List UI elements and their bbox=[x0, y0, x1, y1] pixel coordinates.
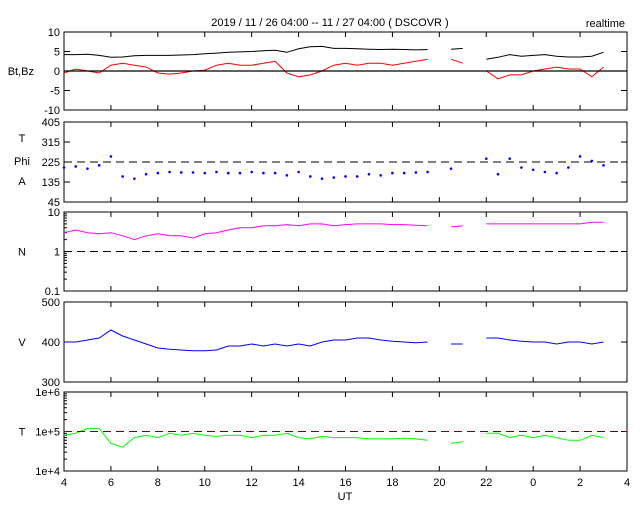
data-point-phi bbox=[179, 171, 183, 174]
data-point-phi bbox=[309, 175, 312, 178]
y-tick-label: 500 bbox=[42, 297, 60, 309]
panel-speed: 500400300V bbox=[18, 297, 628, 389]
data-point-phi bbox=[602, 164, 605, 167]
data-point-phi bbox=[297, 170, 300, 174]
data-point-phi bbox=[531, 168, 535, 172]
data-point-phi bbox=[543, 170, 547, 174]
x-axis-label: UT bbox=[338, 491, 353, 503]
data-point-phi bbox=[74, 165, 78, 168]
data-point-phi bbox=[191, 171, 195, 174]
y-tick-label: 1 bbox=[54, 247, 60, 259]
y-tick-label: 315 bbox=[42, 137, 60, 149]
data-point-phi bbox=[97, 164, 101, 167]
data-point-phi bbox=[168, 170, 171, 174]
y-tick-label: 400 bbox=[42, 337, 60, 349]
data-point-phi bbox=[226, 171, 230, 175]
x-tick-label: 22 bbox=[480, 477, 492, 489]
data-point-phi bbox=[484, 157, 488, 160]
series-v bbox=[64, 329, 604, 352]
data-point-phi bbox=[109, 155, 113, 158]
panel-density: 1010.1N bbox=[18, 207, 628, 298]
data-point-phi bbox=[215, 170, 218, 174]
x-tick-label: 18 bbox=[386, 477, 398, 489]
y-tick-label: 10 bbox=[48, 207, 60, 219]
y-axis-label: Phi bbox=[14, 156, 30, 168]
y-tick-label: -5 bbox=[50, 86, 60, 98]
data-point-phi bbox=[391, 171, 394, 175]
series-n bbox=[63, 221, 604, 241]
x-tick-label: 16 bbox=[339, 477, 351, 489]
data-point-phi bbox=[367, 172, 371, 176]
data-point-phi bbox=[426, 170, 429, 174]
y-axis-label: Bt,Bz bbox=[8, 66, 34, 78]
data-point-phi bbox=[508, 157, 512, 160]
series-bt bbox=[64, 45, 604, 60]
chart-title: 2019 / 11 / 26 04:00 -- 11 / 27 04:00 ( … bbox=[211, 17, 448, 29]
y-tick-label: 405 bbox=[42, 117, 60, 129]
x-tick-label: 8 bbox=[155, 477, 161, 489]
data-point-phi bbox=[355, 175, 359, 178]
x-tick-label: 0 bbox=[530, 477, 536, 489]
data-point-phi bbox=[555, 171, 558, 175]
x-tick-label: 2 bbox=[577, 477, 583, 489]
data-point-phi bbox=[402, 171, 406, 175]
x-tick-label: 6 bbox=[108, 477, 114, 489]
y-tick-label: 0 bbox=[54, 66, 60, 78]
series-bz bbox=[63, 58, 604, 80]
data-point-phi bbox=[496, 172, 500, 176]
data-point-phi bbox=[238, 171, 242, 175]
data-point-phi bbox=[203, 171, 207, 175]
data-point-phi bbox=[578, 155, 582, 158]
data-point-phi bbox=[567, 166, 570, 169]
y-axis-label: T bbox=[19, 427, 26, 439]
solar-wind-chart: 2019 / 11 / 26 04:00 -- 11 / 27 04:00 ( … bbox=[8, 17, 630, 503]
y-axis-label: V bbox=[18, 337, 26, 349]
y-tick-label: 135 bbox=[42, 177, 60, 189]
data-point-phi bbox=[62, 166, 66, 169]
panel-mag: 10 5 0 -5 -10 Bt,Bz bbox=[8, 27, 628, 117]
x-tick-label: 4 bbox=[624, 477, 630, 489]
data-point-phi bbox=[250, 170, 253, 174]
y-tick-label: 1e+6 bbox=[35, 387, 60, 399]
data-point-phi bbox=[520, 166, 523, 169]
y-tick-label: 1e+5 bbox=[35, 427, 60, 439]
y-tick-label: -10 bbox=[44, 105, 60, 117]
data-point-phi bbox=[285, 174, 289, 177]
data-point-phi bbox=[332, 176, 336, 179]
y-axis-label: T bbox=[19, 133, 26, 145]
data-point-phi bbox=[262, 171, 265, 175]
data-point-phi bbox=[379, 174, 382, 177]
data-point-phi bbox=[144, 172, 148, 176]
realtime-label: realtime bbox=[586, 18, 625, 30]
x-tick-label: 12 bbox=[246, 477, 258, 489]
data-point-phi bbox=[133, 177, 136, 180]
x-tick-label: 14 bbox=[292, 477, 304, 489]
y-tick-label: 1e+4 bbox=[35, 466, 60, 478]
data-point-phi bbox=[156, 171, 160, 175]
data-point-phi bbox=[320, 177, 324, 180]
x-tick-label: 10 bbox=[199, 477, 211, 489]
y-axis-label: N bbox=[18, 247, 26, 259]
y-tick-label: 5 bbox=[54, 47, 60, 59]
data-point-phi bbox=[414, 171, 418, 174]
data-point-phi bbox=[121, 175, 124, 178]
x-tick-label: 4 bbox=[61, 477, 67, 489]
data-point-phi bbox=[273, 171, 277, 175]
y-tick-label: 10 bbox=[48, 27, 60, 39]
x-tick-label: 20 bbox=[433, 477, 445, 489]
y-axis-label: A bbox=[18, 176, 26, 188]
data-point-phi bbox=[86, 167, 89, 170]
panel-phi: 40531522513545TPhiA bbox=[14, 117, 628, 209]
data-point-phi bbox=[344, 175, 347, 178]
panel-temperature: 1e+6 1e+5 1e+4 T bbox=[19, 387, 628, 478]
data-point-phi bbox=[449, 167, 453, 170]
y-tick-label: 225 bbox=[42, 157, 60, 169]
